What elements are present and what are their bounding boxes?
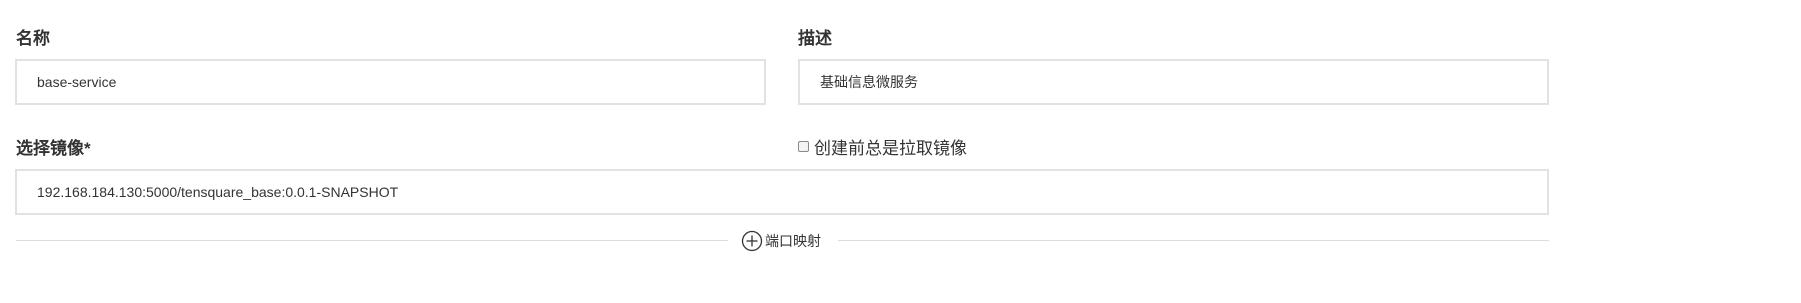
pull-image-option[interactable]: 创建前总是拉取镜像 <box>798 134 967 159</box>
name-label: 名称 <box>16 29 50 48</box>
container-form: 名称 base-service 描述 基础信息微服务 选择镜像* 创建前总是拉取… <box>0 0 1801 303</box>
divider-left <box>16 240 728 241</box>
pull-image-label[interactable]: 创建前总是拉取镜像 <box>814 134 967 159</box>
pull-image-checkbox[interactable] <box>798 141 809 152</box>
image-field[interactable]: 192.168.184.130:5000/tensquare_base:0.0.… <box>15 169 1549 215</box>
description-field[interactable]: 基础信息微服务 <box>798 59 1549 105</box>
description-label: 描述 <box>798 29 832 48</box>
name-field[interactable]: base-service <box>15 59 766 105</box>
plus-circle-icon[interactable] <box>741 230 763 252</box>
add-port-mapping-label[interactable]: 端口映射 <box>765 231 821 251</box>
divider-right <box>838 240 1549 241</box>
add-port-mapping-button[interactable]: 端口映射 <box>741 230 821 252</box>
image-label: 选择镜像* <box>16 139 91 158</box>
